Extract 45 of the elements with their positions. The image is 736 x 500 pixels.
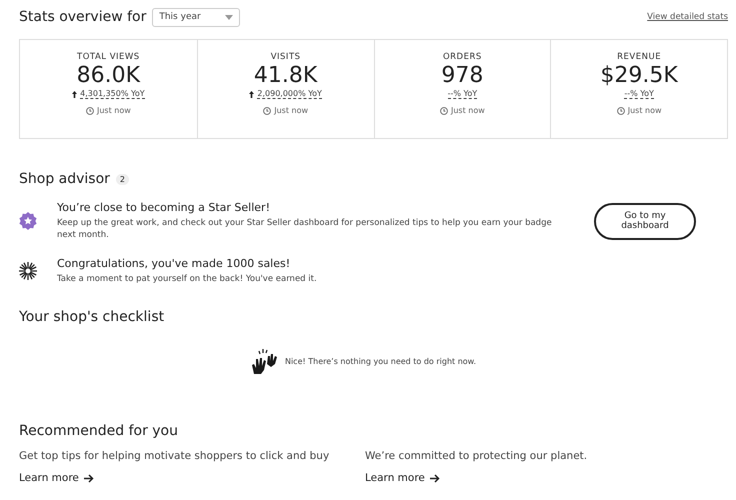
updated-time: Just now (450, 106, 485, 115)
recommendation-text: We’re committed to protecting our planet. (365, 450, 588, 462)
section-title: Shop advisor (19, 171, 110, 187)
clock-icon (86, 106, 94, 114)
arrow-right-icon (84, 474, 94, 482)
stat-label: ORDERS (442, 52, 482, 62)
updated-time: Just now (628, 106, 662, 115)
stat-label: TOTAL VIEWS (77, 52, 140, 62)
caret-icon (224, 14, 233, 20)
stat-value: 86.0K (76, 63, 140, 88)
arrow-right-icon (430, 474, 440, 482)
stat-value: $29.5K (600, 63, 678, 88)
recommendation-text: Get top tips for helping motivate shoppers to click and buy (19, 450, 330, 462)
burst-icon (19, 262, 37, 280)
empty-message: Nice! There’s nothing you need to do right now. (284, 356, 476, 366)
learn-more-link[interactable]: Learn more (19, 472, 365, 484)
clock-icon (616, 106, 625, 114)
stat-change[interactable]: 4,301,350% YoY (80, 89, 145, 99)
count-badge: 2 (116, 174, 130, 184)
stat-label: VISITS (270, 52, 301, 62)
star-badge-icon (19, 212, 37, 230)
up-arrow-icon (249, 90, 254, 98)
stat-change[interactable]: --% YoY (448, 89, 478, 99)
dashboard-button[interactable]: Go to my dashboard (594, 202, 696, 240)
advice-text: Take a moment to pat yourself on the back! You've earned it. (57, 273, 318, 285)
clock-icon (263, 106, 272, 114)
up-arrow-icon (72, 90, 78, 98)
clapping-hands-icon (250, 347, 279, 375)
stat-value: 978 (441, 63, 484, 88)
updated-time: Just now (96, 106, 131, 115)
learn-more-link[interactable]: Learn more (365, 472, 711, 484)
stat-label: REVENUE (617, 52, 662, 62)
advice-title: Congratulations, you've made 1000 sales! (57, 257, 292, 270)
advice-title: You’re close to becoming a Star Seller! (57, 201, 271, 214)
stat-change[interactable]: 2,090,000% YoY (257, 89, 322, 99)
detailed-stats-link[interactable]: View detailed stats (647, 12, 728, 22)
section-title: Your shop's checklist (19, 309, 164, 325)
stat-change[interactable]: --% YoY (624, 89, 654, 99)
period-dropdown[interactable]: This year (152, 8, 240, 26)
stat-value: 41.8K (254, 63, 318, 88)
section-title: Recommended for you (19, 423, 178, 439)
updated-time: Just now (274, 106, 308, 115)
clock-icon (440, 106, 448, 114)
advice-text: Keep up the great work, and check out your Star Seller dashboard for personalized tips to help you earn your badge next month. (57, 217, 553, 241)
section-title: Stats overview for (19, 9, 146, 25)
